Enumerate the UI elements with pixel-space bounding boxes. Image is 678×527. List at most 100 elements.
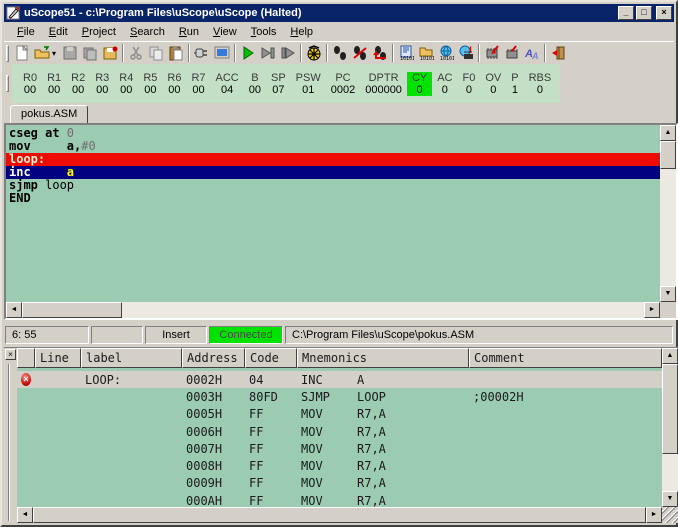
disasm-row[interactable]: 0009H FF MOV R7,A xyxy=(17,475,662,492)
editor-vscrollbar[interactable]: ▲ ▼ xyxy=(660,125,676,302)
register-r0: R0 00 xyxy=(23,71,38,96)
col-header-label[interactable]: label xyxy=(81,348,182,368)
paste-icon[interactable] xyxy=(166,43,186,63)
disasm-row[interactable]: 0005H FF MOV R7,A xyxy=(17,406,662,423)
exit-icon[interactable] xyxy=(548,43,568,63)
step-out-icon[interactable] xyxy=(370,43,390,63)
grid-header-row: Line label Address Code Mnemonics Commen… xyxy=(17,348,662,368)
register-r3: R3 00 xyxy=(95,71,110,96)
scroll-right-icon[interactable]: ► xyxy=(646,507,662,523)
col-header-comment[interactable]: Comment xyxy=(469,348,662,368)
toolbar-separator xyxy=(392,44,394,62)
editor-vscroll-thumb[interactable] xyxy=(660,141,676,169)
col-header-code[interactable]: Code xyxy=(245,348,297,368)
maximize-button[interactable]: □ xyxy=(636,6,652,20)
window-resize-grip[interactable] xyxy=(662,507,678,523)
scroll-left-icon[interactable]: ◄ xyxy=(6,302,22,318)
breakpoint-icon[interactable]: × xyxy=(21,373,31,387)
code-line[interactable]: cseg at 0 xyxy=(9,127,660,140)
code-editor[interactable]: cseg at 0 mov a,#0 loop: inc a sjmp loop… xyxy=(4,123,678,320)
code-line[interactable]: mov a,#0 xyxy=(9,140,660,153)
register-sp: SP 07 xyxy=(270,71,286,96)
col-header-address[interactable]: Address xyxy=(182,348,245,368)
open-dropdown-caret[interactable]: ▾ xyxy=(50,49,58,58)
code-line-current-exec[interactable]: inc a xyxy=(6,166,660,179)
toolbar-grip[interactable] xyxy=(6,44,9,62)
open-file-icon[interactable]: ▾ xyxy=(32,43,60,63)
register-rbs: RBS 0 xyxy=(528,71,552,96)
copy-icon[interactable] xyxy=(146,43,166,63)
register-panel-grip[interactable] xyxy=(6,75,9,92)
step-over-icon[interactable] xyxy=(350,43,370,63)
col-header-line[interactable]: Line xyxy=(35,348,81,368)
scroll-down-icon[interactable]: ▼ xyxy=(660,286,676,302)
disasm-row[interactable]: 000AH FF MOV R7,A xyxy=(17,492,662,507)
editor-hscroll-thumb[interactable] xyxy=(22,302,122,318)
menu-view[interactable]: View xyxy=(206,24,244,40)
write-chip-icon[interactable] xyxy=(502,43,522,63)
view-data-icon[interactable]: 10101 xyxy=(416,43,436,63)
toolbar-separator xyxy=(234,44,236,62)
tab-pokus-asm[interactable]: pokus.ASM xyxy=(10,105,89,124)
save-all-icon[interactable] xyxy=(80,43,100,63)
panel-grip[interactable] xyxy=(8,364,10,521)
connect-icon[interactable] xyxy=(192,43,212,63)
disasm-row[interactable]: 0008H FF MOV R7,A xyxy=(17,457,662,474)
col-header-icon[interactable] xyxy=(17,348,35,368)
disasm-row[interactable]: 0003H 80FD SJMP LOOP ;00002H xyxy=(17,388,662,405)
monitor-icon[interactable] xyxy=(212,43,232,63)
menu-help[interactable]: Help xyxy=(283,24,320,40)
code-line[interactable]: END xyxy=(9,192,660,205)
menu-search[interactable]: Search xyxy=(123,24,172,40)
panel-vscroll-thumb[interactable] xyxy=(662,364,678,454)
panel-vscrollbar[interactable]: ▲ ▼ xyxy=(662,348,678,507)
minimize-button[interactable]: _ xyxy=(618,6,634,20)
view-code-icon[interactable]: 10101 xyxy=(396,43,416,63)
menu-run[interactable]: Run xyxy=(172,24,206,40)
run-icon[interactable] xyxy=(238,43,258,63)
status-spare-panel xyxy=(91,325,143,344)
reset-icon[interactable] xyxy=(304,43,324,63)
code-line-current-label[interactable]: loop: xyxy=(6,153,660,166)
scroll-up-icon[interactable]: ▲ xyxy=(660,125,676,141)
run-to-cursor-icon[interactable] xyxy=(258,43,278,63)
menu-file[interactable]: File xyxy=(10,24,42,40)
register-ov-flag: OV 0 xyxy=(485,71,502,96)
svg-text:10101: 10101 xyxy=(440,56,454,61)
register-psw: PSW 01 xyxy=(295,71,321,96)
panel-hscroll-thumb[interactable] xyxy=(33,507,646,523)
code-line[interactable]: sjmp loop xyxy=(9,179,660,192)
insert-mode-indicator: Insert xyxy=(145,325,207,344)
register-pc: PC 0002 xyxy=(330,71,356,96)
menu-project[interactable]: Project xyxy=(75,24,123,40)
step-animate-icon[interactable] xyxy=(278,43,298,63)
panel-close-icon[interactable]: × xyxy=(5,349,16,360)
panel-hscrollbar[interactable]: ◄ ► xyxy=(17,507,662,523)
new-file-icon[interactable] xyxy=(12,43,32,63)
save-project-icon[interactable] xyxy=(100,43,120,63)
save-icon[interactable] xyxy=(60,43,80,63)
font-icon[interactable]: AA xyxy=(522,43,542,63)
toolbar-separator xyxy=(326,44,328,62)
scroll-up-icon[interactable]: ▲ xyxy=(662,348,678,364)
disasm-row[interactable]: 0007H FF MOV R7,A xyxy=(17,440,662,457)
update-chip-icon[interactable]: ! xyxy=(456,43,476,63)
scroll-left-icon[interactable]: ◄ xyxy=(17,507,33,523)
menu-edit[interactable]: Edit xyxy=(42,24,75,40)
menu-tools[interactable]: Tools xyxy=(244,24,284,40)
read-chip-icon[interactable] xyxy=(482,43,502,63)
close-button[interactable]: × xyxy=(656,6,672,20)
scroll-right-icon[interactable]: ► xyxy=(644,302,660,318)
register-r1: R1 00 xyxy=(47,71,62,96)
disasm-row-current[interactable]: × LOOP: 0002H 04 INC A xyxy=(17,371,662,389)
register-r4: R4 00 xyxy=(119,71,134,96)
scroll-down-icon[interactable]: ▼ xyxy=(662,491,678,507)
editor-text[interactable]: cseg at 0 mov a,#0 loop: inc a sjmp loop… xyxy=(6,125,660,302)
cut-icon[interactable] xyxy=(126,43,146,63)
toolbar-separator xyxy=(478,44,480,62)
col-header-mnemonics[interactable]: Mnemonics xyxy=(297,348,469,368)
disasm-row[interactable]: 0006H FF MOV R7,A xyxy=(17,423,662,440)
step-into-icon[interactable] xyxy=(330,43,350,63)
view-sfr-icon[interactable]: 10101 xyxy=(436,43,456,63)
editor-hscrollbar[interactable]: ◄ ► xyxy=(6,302,660,318)
